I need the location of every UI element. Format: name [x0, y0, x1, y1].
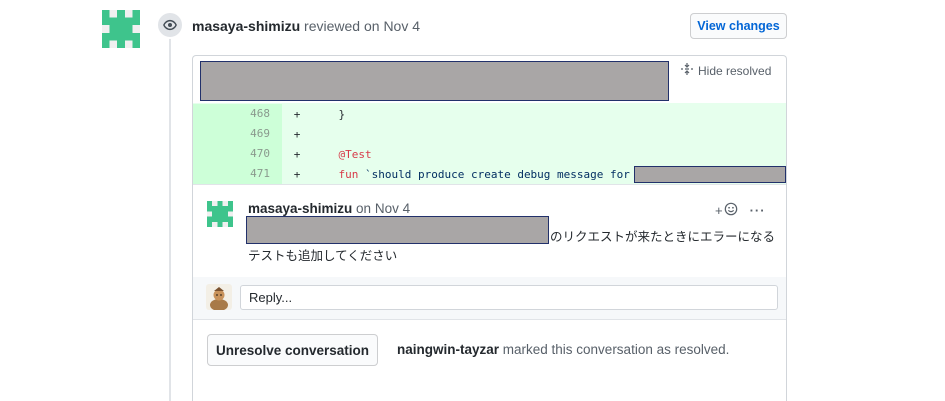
- diff-sign: +: [293, 107, 301, 121]
- code-annotation: @Test: [338, 147, 372, 161]
- diff-line: 469 +: [193, 124, 786, 144]
- diff-line: 468 + }: [193, 104, 786, 124]
- unresolve-conversation-button[interactable]: Unresolve conversation: [207, 334, 378, 366]
- diff-sign: +: [293, 167, 301, 181]
- comment-date[interactable]: on Nov 4: [352, 201, 410, 216]
- more-options-button[interactable]: ···: [750, 203, 766, 218]
- add-reaction-button[interactable]: +: [715, 202, 738, 219]
- reply-input[interactable]: Reply...: [240, 285, 778, 310]
- redacted-file-path: [200, 61, 669, 101]
- unfold-icon: [681, 63, 693, 78]
- comment-body-line2: テストも追加してください: [248, 249, 398, 263]
- resolver-name[interactable]: naingwin-tayzar: [397, 342, 499, 357]
- diff-code: @Test: [312, 148, 372, 161]
- comment-author[interactable]: masaya-shimizu: [248, 201, 352, 216]
- timeline-line: [169, 20, 171, 401]
- divider: [193, 184, 786, 185]
- reviewer-avatar[interactable]: [102, 10, 140, 48]
- line-number[interactable]: 470: [193, 144, 282, 164]
- diff-code: fun `should produce create debug message…: [312, 168, 637, 181]
- diff-sign: +: [293, 127, 301, 141]
- comment-actions: + ···: [715, 202, 766, 219]
- comment-header: masaya-shimizu on Nov 4: [248, 201, 410, 216]
- add-reaction-plus: +: [715, 203, 723, 218]
- resolved-message: marked this conversation as resolved.: [499, 342, 730, 357]
- diff-code: }: [312, 107, 346, 121]
- code-string: `should produce create debug message for: [358, 167, 637, 181]
- review-header: masaya-shimizu reviewed on Nov 4: [192, 18, 420, 34]
- review-author[interactable]: masaya-shimizu: [192, 18, 300, 34]
- redacted-comment-text: [246, 216, 549, 244]
- hide-resolved-button[interactable]: Hide resolved: [681, 63, 771, 78]
- line-number[interactable]: 469: [193, 124, 282, 144]
- commenter-avatar[interactable]: [207, 201, 233, 227]
- eye-icon: [156, 11, 184, 39]
- comment-body-line1: のリクエストが来たときにエラーになる: [550, 230, 776, 244]
- diff-sign: +: [293, 147, 301, 161]
- line-number[interactable]: 471: [193, 164, 282, 184]
- diff-line: 470 + @Test: [193, 144, 786, 164]
- smiley-icon: [724, 202, 738, 219]
- review-action: reviewed on Nov 4: [300, 18, 421, 34]
- line-number[interactable]: 468: [193, 104, 282, 124]
- resolved-note: naingwin-tayzar marked this conversation…: [397, 342, 729, 357]
- code-keyword: fun: [338, 167, 359, 181]
- hide-resolved-label: Hide resolved: [698, 63, 772, 78]
- current-user-avatar[interactable]: [206, 284, 232, 310]
- redacted-code: [634, 166, 786, 183]
- view-changes-button[interactable]: View changes: [690, 13, 787, 39]
- divider: [193, 319, 786, 320]
